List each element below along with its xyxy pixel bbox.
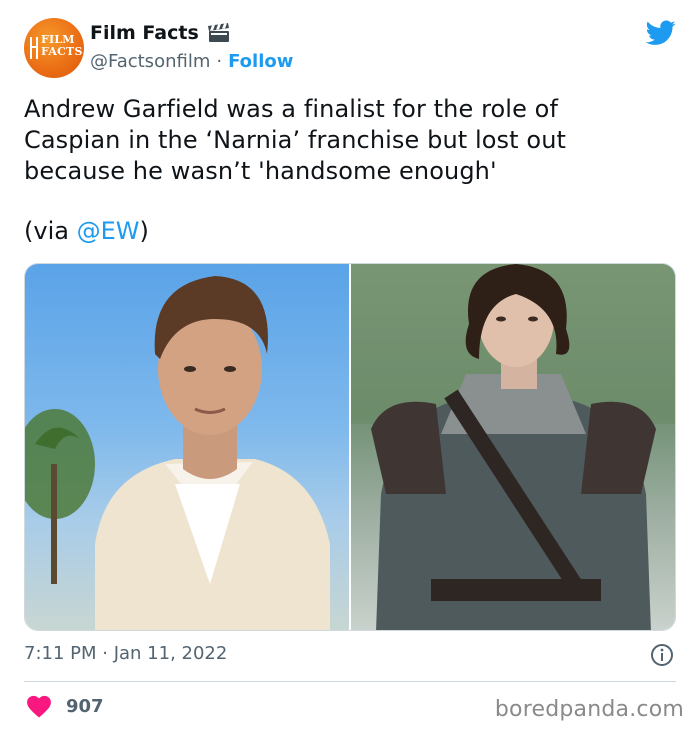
- like-count: 907: [66, 695, 104, 717]
- twitter-bird-icon[interactable]: [646, 20, 676, 46]
- handle-separator: ·: [216, 51, 223, 72]
- divider: [24, 681, 676, 682]
- tweet-text-line: because he wasn’t 'handsome enough': [24, 157, 497, 185]
- tweet-source-credit: (via @EW): [24, 216, 149, 247]
- avatar-logo: FILM FACTS: [29, 34, 83, 58]
- tweet-media[interactable]: [24, 263, 676, 631]
- tweet-header: FILM FACTS Film Facts @Factsonfilm · Fol…: [24, 18, 676, 80]
- info-icon[interactable]: [650, 643, 674, 667]
- handle-line: @Factsonfilm · Follow: [90, 51, 293, 72]
- tweet-time: 7:11 PM: [24, 643, 97, 664]
- tweet-text: Andrew Garfield was a finalist for the r…: [24, 94, 676, 187]
- date-separator: ·: [96, 643, 114, 664]
- name-line: Film Facts: [90, 22, 231, 44]
- follow-button[interactable]: Follow: [228, 51, 293, 72]
- account-handle[interactable]: @Factsonfilm: [90, 51, 210, 72]
- portrait-illustration: [351, 264, 675, 630]
- photo-andrew-garfield[interactable]: [25, 264, 349, 630]
- tweet-timestamp[interactable]: 7:11 PM · Jan 11, 2022: [24, 643, 227, 664]
- like-action[interactable]: 907: [26, 694, 104, 718]
- clapperboard-icon: [207, 23, 229, 42]
- via-suffix: ): [139, 217, 149, 245]
- tweet-text-line: Andrew Garfield was a finalist for the r…: [24, 95, 558, 123]
- tweet-text-line: Caspian in the ‘Narnia’ franchise but lo…: [24, 126, 567, 154]
- source-watermark: boredpanda.com: [494, 697, 684, 722]
- via-prefix: (via: [24, 217, 77, 245]
- avatar-logo-line2: FACTS: [41, 45, 83, 58]
- mention-link[interactable]: @EW: [77, 217, 140, 245]
- portrait-illustration: [25, 276, 330, 630]
- photo-ben-barnes-caspian[interactable]: [351, 264, 675, 630]
- display-name[interactable]: Film Facts: [90, 22, 199, 44]
- avatar[interactable]: FILM FACTS: [24, 18, 84, 78]
- tweet-date: Jan 11, 2022: [113, 643, 228, 664]
- heart-icon[interactable]: [26, 694, 52, 718]
